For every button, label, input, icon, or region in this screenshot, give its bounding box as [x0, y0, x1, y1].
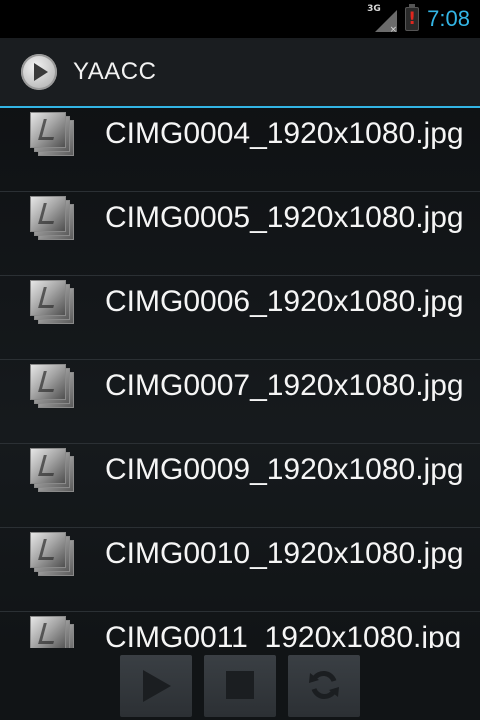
image-stack-icon — [30, 280, 74, 324]
stop-icon — [226, 671, 254, 699]
file-list[interactable]: CIMG0004_1920x1080.jpg CIMG0005_1920x108… — [0, 108, 480, 648]
network-type-label: 3G — [367, 4, 381, 14]
list-item[interactable]: CIMG0004_1920x1080.jpg — [0, 108, 480, 192]
status-icons: 3G × ! 7:08 — [367, 4, 470, 35]
screen: 3G × ! 7:08 YAACC CIMG0004_1920x1080.jpg… — [0, 0, 480, 720]
play-icon — [143, 670, 171, 702]
image-stack-icon — [30, 364, 74, 408]
list-item[interactable]: CIMG0007_1920x1080.jpg — [0, 360, 480, 444]
sync-icon — [309, 671, 339, 699]
app-title: YAACC — [73, 58, 157, 85]
list-item[interactable]: CIMG0010_1920x1080.jpg — [0, 528, 480, 612]
file-name: CIMG0010_1920x1080.jpg — [105, 537, 464, 570]
file-name: CIMG0005_1920x1080.jpg — [105, 201, 464, 234]
signal-3g-icon: 3G × — [367, 4, 398, 35]
file-name: CIMG0006_1920x1080.jpg — [105, 285, 464, 318]
sync-button[interactable] — [288, 655, 360, 717]
status-bar: 3G × ! 7:08 — [0, 0, 480, 38]
no-data-mark: × — [389, 25, 398, 35]
image-stack-icon — [30, 448, 74, 492]
file-name: CIMG0011_1920x1080.jpg — [105, 621, 462, 648]
image-stack-icon — [30, 532, 74, 576]
file-name: CIMG0007_1920x1080.jpg — [105, 369, 464, 402]
list-item[interactable]: CIMG0006_1920x1080.jpg — [0, 276, 480, 360]
file-name: CIMG0009_1920x1080.jpg — [105, 453, 464, 486]
image-stack-icon — [30, 112, 74, 156]
image-stack-icon — [30, 196, 74, 240]
image-stack-icon — [30, 616, 74, 648]
list-item[interactable]: CIMG0005_1920x1080.jpg — [0, 192, 480, 276]
list-item[interactable]: CIMG0009_1920x1080.jpg — [0, 444, 480, 528]
play-circle-icon[interactable] — [21, 54, 57, 90]
stop-button[interactable] — [204, 655, 276, 717]
file-name: CIMG0004_1920x1080.jpg — [105, 117, 464, 150]
list-item[interactable]: CIMG0011_1920x1080.jpg — [0, 612, 480, 648]
play-button[interactable] — [120, 655, 192, 717]
playback-controls — [0, 648, 480, 720]
battery-alert-icon: ! — [405, 4, 420, 31]
action-bar: YAACC — [0, 38, 480, 108]
battery-alert-mark: ! — [408, 9, 417, 29]
status-time: 7:08 — [427, 6, 470, 31]
